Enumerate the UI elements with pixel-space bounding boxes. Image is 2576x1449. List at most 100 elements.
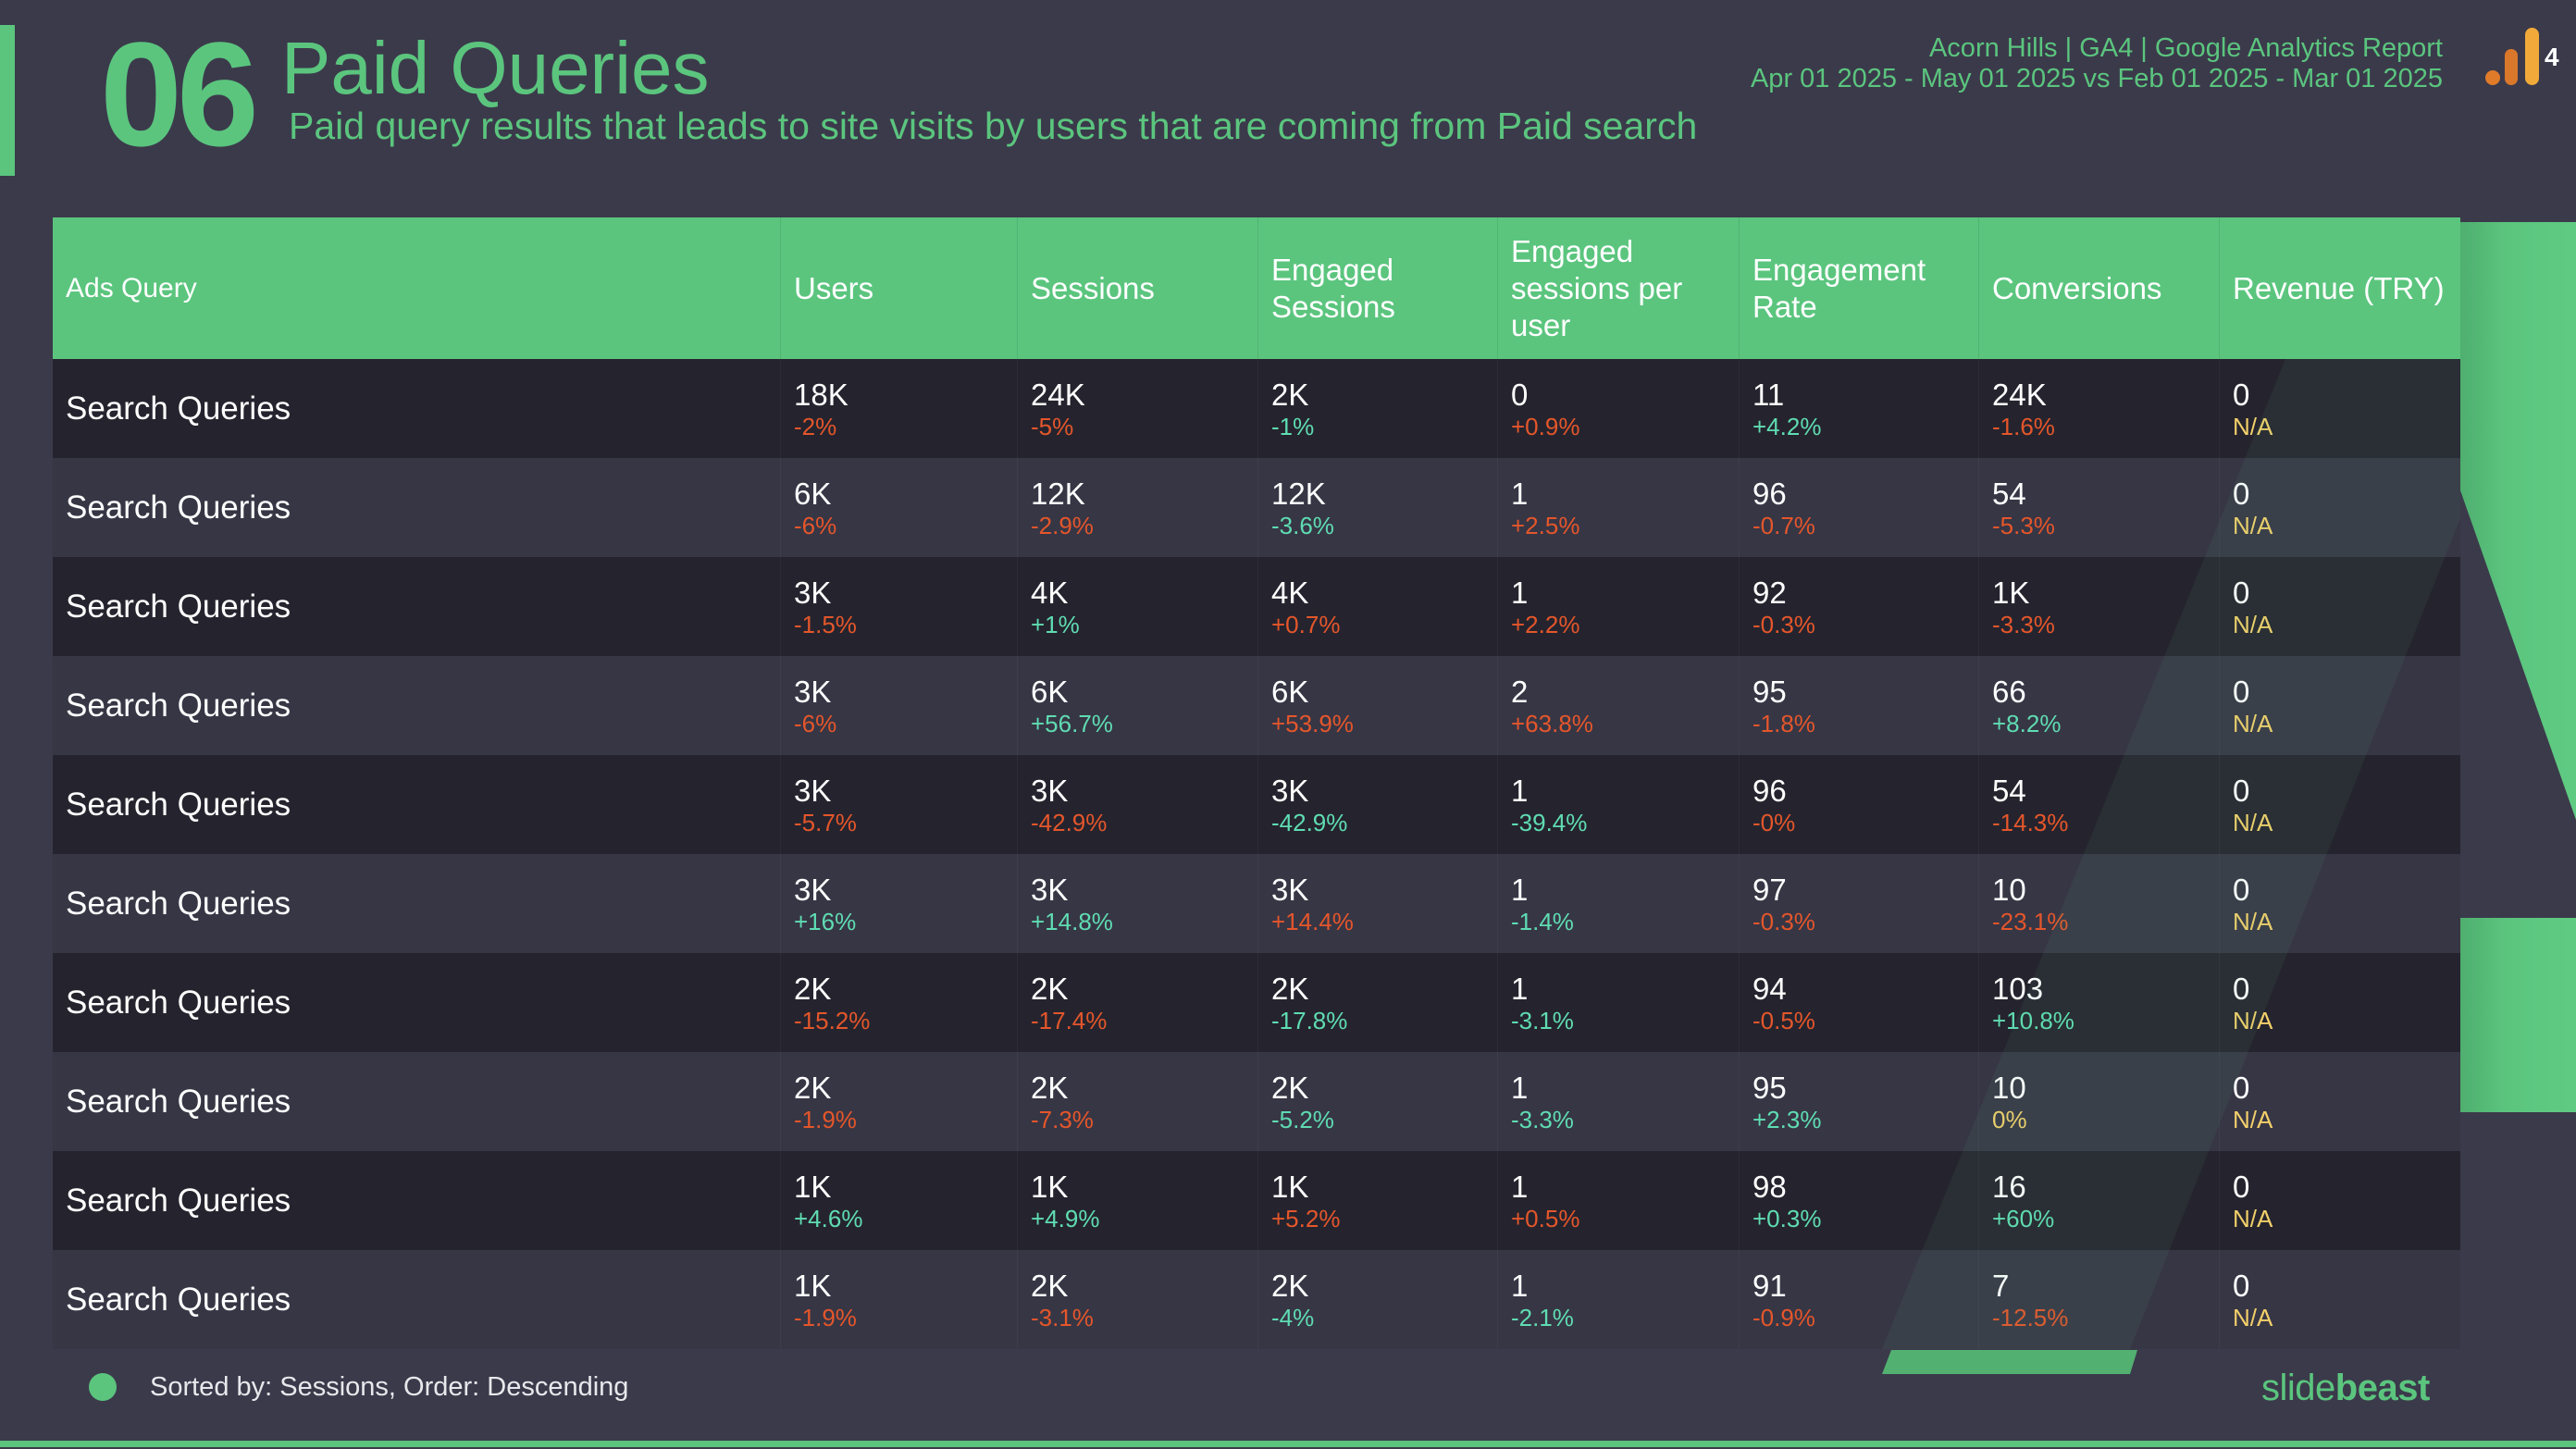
metric-value: 0 — [2233, 575, 2250, 610]
cell-conversions: 103 +10.8% — [1978, 953, 2219, 1052]
metric-change: +14.4% — [1271, 907, 1354, 935]
metric-value: 2K — [1271, 377, 1309, 412]
metric-value: 4K — [1031, 575, 1069, 610]
metric-value: 1 — [1511, 1070, 1529, 1105]
metric-change: N/A — [2233, 1303, 2273, 1331]
paid-queries-table: Ads Query Users Sessions Engaged Session… — [53, 217, 2460, 1349]
cell-engagement-rate: 11 +4.2% — [1739, 359, 1978, 458]
metric-value: 1K — [1992, 575, 2030, 610]
cell-engaged-sessions: 2K -1% — [1257, 359, 1497, 458]
metric-change: +4.6% — [794, 1204, 863, 1232]
metric-value: 2K — [794, 1070, 832, 1105]
metric-value: 97 — [1752, 872, 1787, 907]
col-header-engaged-sessions-per-user[interactable]: Engaged sessions per user — [1497, 217, 1739, 359]
cell-sessions: 2K -7.3% — [1017, 1052, 1257, 1151]
metric-value: 2K — [1031, 1268, 1069, 1303]
metric-change: +53.9% — [1271, 709, 1354, 737]
metric-value: 6K — [794, 476, 832, 511]
cell-engaged-sessions-per-user: 1 -1.4% — [1497, 854, 1739, 953]
cell-users: 3K -6% — [780, 656, 1017, 755]
cell-engagement-rate: 98 +0.3% — [1739, 1151, 1978, 1250]
cell-engaged-sessions-per-user: 1 +2.5% — [1497, 458, 1739, 557]
cell-sessions: 1K +4.9% — [1017, 1151, 1257, 1250]
metric-value: 96 — [1752, 476, 1787, 511]
legend-dot — [89, 1373, 117, 1401]
metric-value: 3K — [794, 872, 832, 907]
metric-change: +63.8% — [1511, 709, 1593, 737]
cell-ads-query: Search Queries — [66, 489, 291, 526]
cell-engagement-rate: 97 -0.3% — [1739, 854, 1978, 953]
metric-value: 91 — [1752, 1268, 1787, 1303]
cell-engaged-sessions: 2K -4% — [1257, 1250, 1497, 1349]
col-header-engaged-sessions[interactable]: Engaged Sessions — [1257, 217, 1497, 359]
metric-change: -1.4% — [1511, 907, 1574, 935]
col-header-conversions[interactable]: Conversions — [1978, 217, 2219, 359]
metric-change: +1% — [1031, 610, 1080, 638]
metric-value: 24K — [1031, 377, 1085, 412]
cell-engaged-sessions-per-user: 1 -2.1% — [1497, 1250, 1739, 1349]
metric-change: -1.5% — [794, 610, 857, 638]
metric-change: -5.2% — [1271, 1105, 1334, 1133]
cell-conversions: 24K -1.6% — [1978, 359, 2219, 458]
metric-change: -3.3% — [1511, 1105, 1574, 1133]
metric-value: 54 — [1992, 476, 2026, 511]
table-row[interactable]: Search Queries 3K -6% 6K +56.7% 6K +53.9% 2 +63.… — [53, 656, 2460, 755]
metric-change: -1.9% — [794, 1303, 857, 1331]
metric-value: 24K — [1992, 377, 2047, 412]
table-row[interactable]: Search Queries 18K -2% 24K -5% 2K -1% 0 +0.9% 11 +… — [53, 359, 2460, 458]
metric-change: N/A — [2233, 610, 2273, 638]
metric-value: 3K — [1031, 872, 1069, 907]
cell-ads-query: Search Queries — [66, 984, 291, 1021]
table-row[interactable]: Search Queries 2K -15.2% 2K -17.4% 2K -17.8% 1-… — [53, 953, 2460, 1052]
col-header-engagement-rate[interactable]: Engagement Rate — [1739, 217, 1978, 359]
metric-value: 1 — [1511, 872, 1529, 907]
metric-change: +0.5% — [1511, 1204, 1580, 1232]
cell-engaged-sessions-per-user: 2 +63.8% — [1497, 656, 1739, 755]
table-row[interactable]: Search Queries 6K -6% 12K -2.9% 12K -3.6% 1 +2.5… — [53, 458, 2460, 557]
cell-users: 1K +4.6% — [780, 1151, 1017, 1250]
cell-conversions: 7 -12.5% — [1978, 1250, 2219, 1349]
metric-change: -1.9% — [794, 1105, 857, 1133]
col-header-sessions[interactable]: Sessions — [1017, 217, 1257, 359]
table-row[interactable]: Search Queries 1K +4.6% 1K +4.9% 1K +5.2% 1 +0.5… — [53, 1151, 2460, 1250]
metric-change: -6% — [794, 709, 837, 737]
metric-value: 95 — [1752, 1070, 1787, 1105]
metric-value: 0 — [2233, 773, 2250, 808]
metric-change: -42.9% — [1031, 808, 1108, 836]
table-row[interactable]: Search Queries 2K -1.9% 2K -7.3% 2K -5.2% 1 -3.3… — [53, 1052, 2460, 1151]
metric-value: 11 — [1752, 377, 1785, 412]
cell-engagement-rate: 91 -0.9% — [1739, 1250, 1978, 1349]
metric-change: +2.2% — [1511, 610, 1580, 638]
cell-engaged-sessions-per-user: 1 -39.4% — [1497, 755, 1739, 854]
metric-value: 10 — [1992, 1070, 2026, 1105]
cell-users: 6K -6% — [780, 458, 1017, 557]
metric-value: 6K — [1271, 674, 1309, 709]
deco-green-foot — [1882, 1350, 2137, 1374]
ga-dot — [2485, 70, 2500, 85]
metric-value: 103 — [1992, 971, 2044, 1006]
table-row[interactable]: Search Queries 3K +16% 3K +14.8% 3K +14.4% 1 -1.… — [53, 854, 2460, 953]
table-header: Ads Query Users Sessions Engaged Session… — [53, 217, 2460, 359]
metric-change: -17.8% — [1271, 1006, 1348, 1034]
cell-ads-query: Search Queries — [66, 588, 291, 625]
metric-change: +16% — [794, 907, 857, 935]
col-header-revenue[interactable]: Revenue (TRY) — [2219, 217, 2460, 359]
cell-engagement-rate: 95 -1.8% — [1739, 656, 1978, 755]
cell-ads-query: Search Queries — [66, 786, 291, 823]
metric-change: -15.2% — [794, 1006, 871, 1034]
col-header-ads-query[interactable]: Ads Query — [53, 217, 780, 359]
metric-value: 3K — [794, 575, 832, 610]
metric-value: 2 — [1511, 674, 1529, 709]
metric-change: -1.6% — [1992, 412, 2055, 440]
table-row[interactable]: Search Queries 3K -5.7% 3K -42.9% 3K -42.9% 1 -3… — [53, 755, 2460, 854]
logo-light: slide — [2261, 1368, 2335, 1408]
metric-value: 1K — [794, 1268, 832, 1303]
table-row[interactable]: Search Queries 3K -1.5% 4K +1% 4K +0.7% 1 +2.2% 9… — [53, 557, 2460, 656]
google-analytics-icon: 4 — [2483, 26, 2561, 87]
metric-change: -5.7% — [794, 808, 857, 836]
metric-change: -1.8% — [1752, 709, 1815, 737]
table-row[interactable]: Search Queries 1K -1.9% 2K -3.1% 2K -4% 1 -2.1% 9… — [53, 1250, 2460, 1349]
metric-change: -5% — [1031, 412, 1074, 440]
metric-value: 0 — [2233, 674, 2250, 709]
col-header-users[interactable]: Users — [780, 217, 1017, 359]
